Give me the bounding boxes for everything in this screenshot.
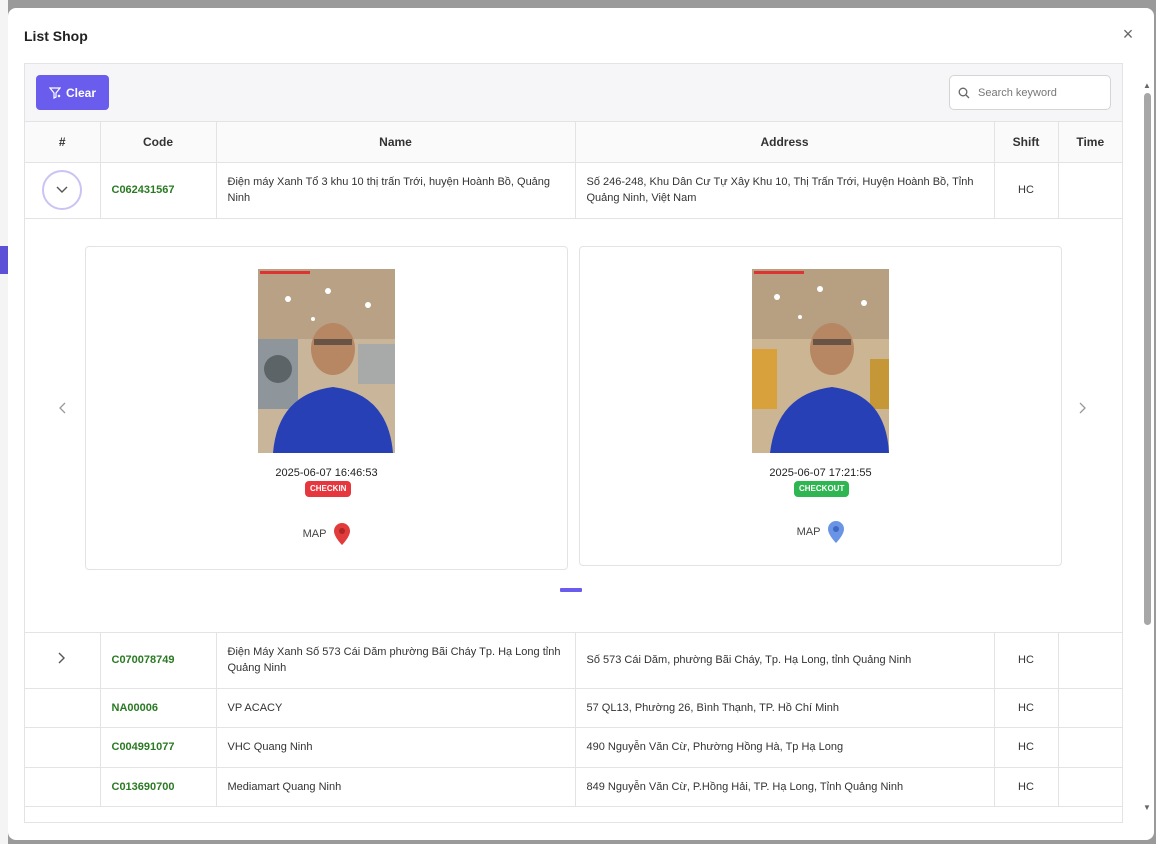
shop-time xyxy=(1058,767,1122,807)
close-icon[interactable]: × xyxy=(1120,25,1136,43)
shop-address: Số 246-248, Khu Dân Cư Tự Xây Khu 10, Th… xyxy=(575,162,995,219)
scroll-down-icon[interactable]: ▼ xyxy=(1143,803,1151,812)
carousel-indicator[interactable] xyxy=(560,587,582,592)
carousel-prev-icon[interactable] xyxy=(58,402,66,418)
checkout-photo xyxy=(752,268,889,453)
checkin-card: 2025-06-07 16:46:53 CHECKIN MAP xyxy=(85,245,568,570)
list-shop-modal: List Shop × Clear # Code Name Addres xyxy=(8,8,1154,840)
shop-name: VP ACACY xyxy=(216,688,576,728)
shop-code: C013690700 xyxy=(100,767,217,807)
shop-address: Số 573 Cái Dăm, phường Bãi Cháy, Tp. Hạ … xyxy=(575,632,995,689)
shop-shift: HC xyxy=(994,162,1059,219)
col-name: Name xyxy=(216,122,576,163)
toolbar: Clear xyxy=(25,64,1122,122)
checkin-badge: CHECKIN xyxy=(305,480,352,497)
chevron-right-icon xyxy=(58,652,66,663)
shop-address: 490 Nguyễn Văn Cừ, Phường Hồng Hà, Tp Hạ… xyxy=(575,727,995,768)
scroll-up-icon[interactable]: ▲ xyxy=(1143,81,1151,90)
shop-address: 57 QL13, Phường 26, Bình Thạnh, TP. Hồ C… xyxy=(575,688,995,728)
checkout-time: 2025-06-07 17:21:55 xyxy=(769,466,872,479)
clear-label: Clear xyxy=(65,85,97,100)
expand-row-button[interactable] xyxy=(58,652,66,667)
map-pin-icon xyxy=(334,522,351,545)
shop-shift: HC xyxy=(994,767,1059,807)
search-input[interactable] xyxy=(978,86,1098,99)
shop-code: C004991077 xyxy=(100,727,217,768)
shop-panel: Clear # Code Name Address Shift Time xyxy=(24,63,1123,823)
table-row: NA00006 VP ACACY 57 QL13, Phường 26, Bìn… xyxy=(25,688,1122,728)
filter-clear-icon xyxy=(48,86,61,99)
map-label: MAP xyxy=(796,525,821,538)
map-label: MAP xyxy=(302,527,327,540)
background-sidebar xyxy=(0,0,8,844)
clear-filter-button[interactable]: Clear xyxy=(36,75,109,110)
shop-name: Điện Máy Xanh Số 573 Cái Dăm phường Bãi … xyxy=(216,632,576,689)
col-address: Address xyxy=(575,122,995,163)
shop-code: NA00006 xyxy=(100,688,217,728)
shop-time xyxy=(1058,727,1122,768)
shop-name: Điện máy Xanh Tổ 3 khu 10 thị trấn Trới,… xyxy=(216,162,576,219)
checkin-photo xyxy=(258,268,395,453)
vertical-scrollbar[interactable]: ▲ ▼ xyxy=(1142,63,1152,823)
col-time: Time xyxy=(1058,122,1122,163)
shop-name: Mediamart Quang Ninh xyxy=(216,767,576,807)
chevron-down-icon xyxy=(56,186,68,193)
shop-shift: HC xyxy=(994,688,1059,728)
col-code: Code xyxy=(100,122,217,163)
shop-time xyxy=(1058,162,1122,219)
table-row: C062431567 Điện máy Xanh Tổ 3 khu 10 thị… xyxy=(25,162,1122,219)
map-pin-icon xyxy=(828,520,845,543)
shop-code: C062431567 xyxy=(100,162,217,219)
col-index: # xyxy=(25,122,101,163)
table-row: C004991077 VHC Quang Ninh 490 Nguyễn Văn… xyxy=(25,727,1122,768)
shop-table: # Code Name Address Shift Time C06243156… xyxy=(25,122,1122,807)
col-shift: Shift xyxy=(994,122,1059,163)
checkin-map-link[interactable]: MAP xyxy=(86,522,567,545)
table-header: # Code Name Address Shift Time xyxy=(25,122,1122,163)
shop-shift: HC xyxy=(994,632,1059,689)
search-icon xyxy=(958,87,970,98)
checkout-badge: CHECKOUT xyxy=(794,480,850,497)
shop-name: VHC Quang Ninh xyxy=(216,727,576,768)
carousel-next-icon[interactable] xyxy=(1079,402,1087,418)
shop-shift: HC xyxy=(994,727,1059,768)
checkin-time: 2025-06-07 16:46:53 xyxy=(275,466,378,479)
table-row: C013690700 Mediamart Quang Ninh 849 Nguy… xyxy=(25,767,1122,807)
modal-title: List Shop xyxy=(24,28,88,44)
search-box xyxy=(949,75,1111,110)
table-row: C070078749 Điện Máy Xanh Số 573 Cái Dăm … xyxy=(25,632,1122,689)
checkout-card: 2025-06-07 17:21:55 CHECKOUT MAP xyxy=(579,245,1062,566)
scroll-thumb[interactable] xyxy=(1144,93,1151,625)
expanded-detail-row: 2025-06-07 16:46:53 CHECKIN MAP 2025-06-… xyxy=(25,218,1122,633)
shop-time xyxy=(1058,632,1122,689)
checkout-map-link[interactable]: MAP xyxy=(580,520,1061,543)
collapse-row-button[interactable] xyxy=(42,170,83,210)
shop-address: 849 Nguyễn Văn Cừ, P.Hồng Hải, TP. Hạ Lo… xyxy=(575,767,995,807)
shop-time xyxy=(1058,688,1122,728)
shop-code: C070078749 xyxy=(100,632,217,689)
